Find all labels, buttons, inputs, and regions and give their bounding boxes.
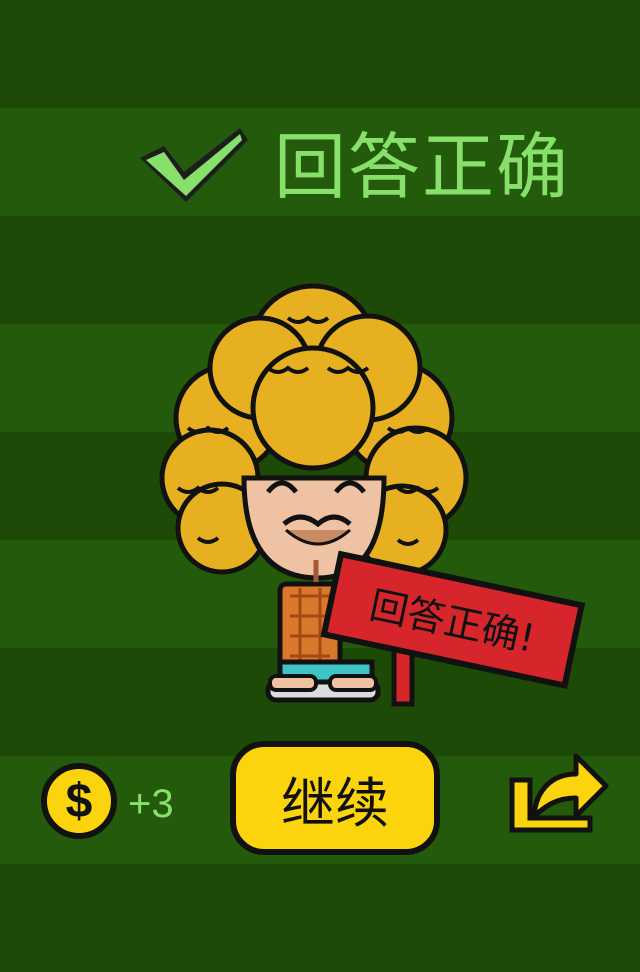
check-icon xyxy=(140,128,248,202)
result-title: 回答正确 xyxy=(274,125,571,209)
reward-amount: +3 xyxy=(128,782,174,826)
continue-button[interactable]: 继续 xyxy=(230,741,440,855)
share-arrow-icon[interactable] xyxy=(506,744,610,834)
svg-text:$: $ xyxy=(66,775,93,828)
dollar-coin-icon: $ xyxy=(41,763,117,839)
character-illustration: 回答正确! xyxy=(159,283,586,707)
